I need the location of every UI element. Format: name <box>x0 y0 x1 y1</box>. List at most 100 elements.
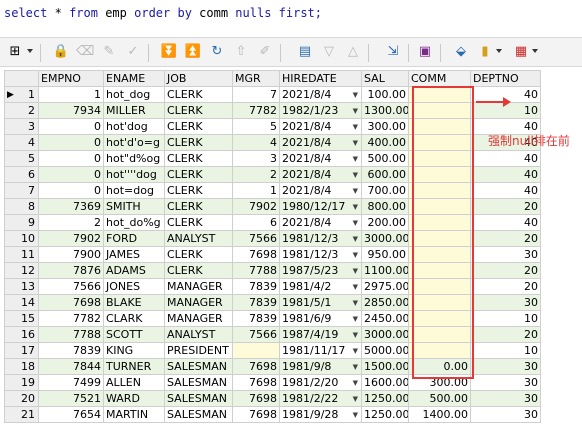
deptno-cell[interactable]: 20 <box>470 326 541 343</box>
mgr-cell[interactable]: 7782 <box>232 102 280 119</box>
deptno-cell[interactable]: 20 <box>470 278 541 295</box>
hiredate-cell[interactable]: 1987/5/23 <box>279 262 362 279</box>
hiredate-cell[interactable]: 2021/8/4 <box>279 150 362 167</box>
job-cell[interactable]: CLERK <box>164 134 233 151</box>
table-row[interactable]: 107902FORDANALYST75661981/12/33000.00 20 <box>4 230 541 247</box>
deptno-cell[interactable]: 30 <box>470 246 541 263</box>
column-header-ename[interactable]: ENAME <box>103 70 165 87</box>
comm-cell[interactable] <box>408 214 471 231</box>
comm-cell[interactable]: 500.00 <box>408 390 471 407</box>
mgr-cell[interactable]: 3 <box>232 150 280 167</box>
deptno-cell[interactable]: 30 <box>470 358 541 375</box>
empno-cell[interactable]: 7782 <box>38 310 104 327</box>
empno-cell[interactable]: 7369 <box>38 198 104 215</box>
sal-cell[interactable]: 3000.00 <box>361 230 409 247</box>
table-row[interactable]: 197499ALLENSALESMAN76981981/2/201600.003… <box>4 374 541 391</box>
comm-cell[interactable]: 1400.00 <box>408 406 471 423</box>
table-row[interactable]: 137566JONESMANAGER78391981/4/22975.00 20 <box>4 278 541 295</box>
deptno-cell[interactable]: 30 <box>470 294 541 311</box>
job-cell[interactable]: CLERK <box>164 246 233 263</box>
comm-cell[interactable] <box>408 118 471 135</box>
table-row[interactable]: 157782CLARKMANAGER78391981/6/92450.00 10 <box>4 310 541 327</box>
sal-cell[interactable]: 2850.00 <box>361 294 409 311</box>
ename-cell[interactable]: JAMES <box>103 246 165 263</box>
mgr-cell[interactable]: 7839 <box>232 294 280 311</box>
job-cell[interactable]: SALESMAN <box>164 358 233 375</box>
mgr-cell[interactable]: 7698 <box>232 390 280 407</box>
mgr-cell[interactable]: 1 <box>232 182 280 199</box>
deptno-cell[interactable]: 20 <box>470 230 541 247</box>
grid-icon[interactable]: ⊞ <box>6 43 24 61</box>
comm-cell[interactable] <box>408 342 471 359</box>
hiredate-cell[interactable]: 1980/12/17 <box>279 198 362 215</box>
job-cell[interactable]: CLERK <box>164 102 233 119</box>
hiredate-cell[interactable]: 1981/11/17 <box>279 342 362 359</box>
mgr-cell[interactable]: 7698 <box>232 358 280 375</box>
mgr-cell[interactable]: 7698 <box>232 246 280 263</box>
empno-cell[interactable]: 7654 <box>38 406 104 423</box>
empno-cell[interactable]: 7566 <box>38 278 104 295</box>
deptno-cell[interactable]: 20 <box>470 198 541 215</box>
sal-cell[interactable]: 1300.00 <box>361 102 409 119</box>
chart-icon[interactable]: ▮ <box>476 43 494 61</box>
empno-cell[interactable]: 7499 <box>38 374 104 391</box>
table-row[interactable]: 30hot'dogCLERK52021/8/4300.0040 <box>4 118 541 135</box>
sal-cell[interactable]: 1250.00 <box>361 406 409 423</box>
job-cell[interactable]: CLERK <box>164 118 233 135</box>
empno-cell[interactable]: 7698 <box>38 294 104 311</box>
deptno-cell[interactable]: 30 <box>470 374 541 391</box>
sal-cell[interactable]: 3000.00 <box>361 326 409 343</box>
view-icon[interactable]: ▦ <box>512 43 530 61</box>
job-cell[interactable]: SALESMAN <box>164 390 233 407</box>
lock-icon[interactable]: 🔒 <box>52 43 70 61</box>
sort-icon[interactable]: △ <box>344 43 362 61</box>
sal-cell[interactable]: 100.00 <box>361 86 409 103</box>
empno-cell[interactable]: 7934 <box>38 102 104 119</box>
table-row[interactable]: ▶11hot_dogCLERK72021/8/4100.0040 <box>4 86 541 103</box>
mgr-cell[interactable] <box>232 342 280 359</box>
hiredate-cell[interactable]: 1982/1/23 <box>279 102 362 119</box>
table-row[interactable]: 92hot_do%gCLERK62021/8/4200.00 40 <box>4 214 541 231</box>
ename-cell[interactable]: WARD <box>103 390 165 407</box>
table-row[interactable]: 117900JAMESCLERK76981981/12/3950.00 30 <box>4 246 541 263</box>
ename-cell[interactable]: hot''''dog <box>103 166 165 183</box>
column-header-deptno[interactable]: DEPTNO <box>470 70 541 87</box>
table-row[interactable]: 127876ADAMSCLERK77881987/5/231100.00 20 <box>4 262 541 279</box>
hiredate-cell[interactable]: 1981/2/22 <box>279 390 362 407</box>
job-cell[interactable]: ANALYST <box>164 326 233 343</box>
hiredate-cell[interactable]: 1981/12/3 <box>279 230 362 247</box>
chevron-down-icon[interactable] <box>27 49 33 53</box>
ename-cell[interactable]: hot_do%g <box>103 214 165 231</box>
comm-cell[interactable] <box>408 86 471 103</box>
job-cell[interactable]: CLERK <box>164 262 233 279</box>
sal-cell[interactable]: 2975.00 <box>361 278 409 295</box>
sal-cell[interactable]: 1100.00 <box>361 262 409 279</box>
comm-cell[interactable] <box>408 134 471 151</box>
table-row[interactable]: 27934MILLERCLERK77821982/1/231300.0010 <box>4 102 541 119</box>
save-icon[interactable]: ▣ <box>416 43 434 61</box>
record-icon[interactable]: ▤ <box>296 43 314 61</box>
empno-cell[interactable]: 0 <box>38 182 104 199</box>
ename-cell[interactable]: SCOTT <box>103 326 165 343</box>
table-row[interactable]: 87369SMITHCLERK79021980/12/17800.00 20 <box>4 198 541 215</box>
hiredate-cell[interactable]: 2021/8/4 <box>279 214 362 231</box>
mgr-cell[interactable]: 7566 <box>232 230 280 247</box>
table-row[interactable]: 217654MARTINSALESMAN76981981/9/281250.00… <box>4 406 541 423</box>
job-cell[interactable]: CLERK <box>164 214 233 231</box>
up-icon[interactable]: ⇧ <box>232 43 250 61</box>
deptno-cell[interactable]: 40 <box>470 150 541 167</box>
mgr-cell[interactable]: 7902 <box>232 198 280 215</box>
hiredate-cell[interactable]: 1987/4/19 <box>279 326 362 343</box>
column-header-hiredate[interactable]: HIREDATE <box>279 70 362 87</box>
column-header-sal[interactable]: SAL <box>361 70 409 87</box>
job-cell[interactable]: CLERK <box>164 198 233 215</box>
sal-cell[interactable]: 950.00 <box>361 246 409 263</box>
table-row[interactable]: 207521WARDSALESMAN76981981/2/221250.0050… <box>4 390 541 407</box>
deptno-cell[interactable]: 10 <box>470 342 541 359</box>
comm-cell[interactable] <box>408 150 471 167</box>
empno-cell[interactable]: 0 <box>38 150 104 167</box>
edit-icon[interactable]: ✐ <box>256 43 274 61</box>
job-cell[interactable]: CLERK <box>164 150 233 167</box>
filter-icon[interactable]: ▽ <box>320 43 338 61</box>
column-header-mgr[interactable]: MGR <box>232 70 280 87</box>
